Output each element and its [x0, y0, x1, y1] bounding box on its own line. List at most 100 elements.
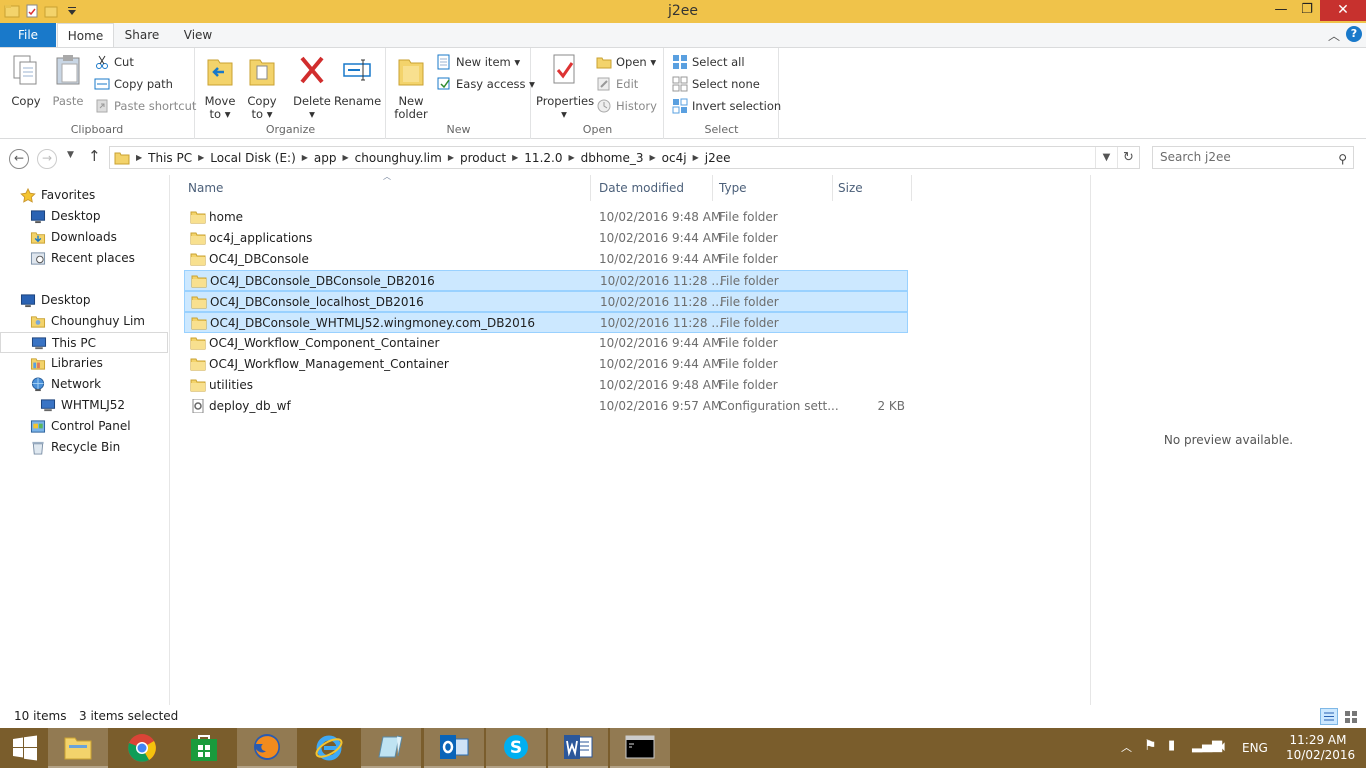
tab-view[interactable]: View: [173, 23, 223, 47]
select-all-button[interactable]: Select all: [672, 52, 745, 72]
open-button[interactable]: Open ▾: [596, 52, 656, 72]
nav-user[interactable]: Chounghuy Lim: [0, 311, 168, 332]
breadcrumb-dbhome[interactable]: dbhome_3: [575, 151, 650, 165]
taskbar-file-explorer[interactable]: [48, 728, 108, 768]
breadcrumb-user[interactable]: chounghuy.lim: [349, 151, 448, 165]
column-header-date[interactable]: Date modified: [589, 175, 713, 201]
taskbar-outlook[interactable]: [424, 728, 484, 768]
new-folder-button[interactable]: New folder: [391, 52, 431, 121]
file-row[interactable]: oc4j_applications 10/02/2016 9:44 AM File …: [184, 228, 908, 249]
properties-icon: [553, 54, 575, 84]
taskbar-internet-explorer[interactable]: [299, 728, 359, 768]
nav-desktop-favorite[interactable]: Desktop: [0, 206, 168, 227]
nav-this-pc[interactable]: This PC: [0, 332, 168, 353]
taskbar-chrome[interactable]: [112, 728, 172, 768]
file-row[interactable]: OC4J_DBConsole_localhost_DB2016 10/02/201…: [184, 291, 908, 312]
battery-icon[interactable]: ▮: [1168, 738, 1175, 753]
file-row[interactable]: home 10/02/2016 9:48 AM File folder: [184, 207, 908, 228]
select-none-button[interactable]: Select none: [672, 74, 760, 94]
libraries-icon: [30, 358, 46, 370]
refresh-icon[interactable]: ↻: [1117, 147, 1139, 168]
breadcrumb-product[interactable]: product: [454, 151, 512, 165]
large-icons-view-icon[interactable]: [1342, 708, 1360, 725]
help-icon[interactable]: ?: [1346, 26, 1362, 42]
volume-icon[interactable]: 🔈︎: [1220, 737, 1229, 755]
paste-button[interactable]: Paste: [48, 52, 88, 108]
nav-libraries[interactable]: Libraries: [0, 353, 168, 374]
collapse-ribbon-icon[interactable]: ︿: [1328, 27, 1340, 44]
clock[interactable]: 11:29 AM 10/02/2016: [1286, 733, 1355, 763]
delete-x-icon: [300, 56, 324, 84]
tab-file[interactable]: File: [0, 23, 56, 47]
taskbar-word[interactable]: [548, 728, 608, 768]
cut-button[interactable]: Cut: [94, 52, 134, 72]
breadcrumb-j2ee[interactable]: j2ee: [699, 151, 737, 165]
start-button[interactable]: [0, 728, 50, 768]
file-row[interactable]: OC4J_DBConsole_DBConsole_DB2016 10/02/201…: [184, 270, 908, 291]
file-row[interactable]: utilities 10/02/2016 9:48 AM File folder: [184, 375, 908, 396]
edit-button[interactable]: Edit: [596, 74, 638, 94]
folder-icon: [190, 358, 206, 371]
nav-whtmlj52[interactable]: WHTMLJ52: [0, 395, 168, 416]
move-to-button[interactable]: Move to ▾: [202, 52, 238, 121]
tab-home[interactable]: Home: [57, 23, 114, 48]
action-center-flag-icon[interactable]: ⚑: [1144, 738, 1157, 754]
address-bar[interactable]: ▶ This PC ▶ Local Disk (E:) ▶ app ▶ chou…: [109, 146, 1140, 169]
show-hidden-icons[interactable]: ︿: [1121, 739, 1132, 755]
paste-shortcut-button[interactable]: Paste shortcut: [94, 96, 196, 116]
breadcrumb-version[interactable]: 11.2.0: [518, 151, 568, 165]
taskbar: S ︿ ⚑ ▮ ▂▄▆ 🔈︎ ENG 11:29 AM 10/02/2016: [0, 728, 1366, 768]
nav-control-panel[interactable]: Control Panel: [0, 416, 168, 437]
invert-selection-button[interactable]: Invert selection: [672, 96, 781, 116]
maximize-button[interactable]: ❐: [1294, 0, 1320, 21]
minimize-button[interactable]: —: [1268, 0, 1294, 21]
properties-button[interactable]: Properties ▾: [536, 52, 594, 121]
column-header-size[interactable]: Size: [828, 175, 912, 201]
file-row[interactable]: OC4J_DBConsole 10/02/2016 9:44 AM File fol…: [184, 249, 908, 270]
copy-path-button[interactable]: Copy path: [94, 74, 173, 94]
column-header-type[interactable]: Type: [709, 175, 833, 201]
word-icon: [564, 735, 593, 759]
recent-locations-icon[interactable]: ▼: [67, 150, 74, 160]
forward-button[interactable]: →: [37, 149, 57, 169]
tab-share[interactable]: Share: [117, 23, 167, 47]
nav-recycle-bin[interactable]: Recycle Bin: [0, 437, 168, 458]
close-button[interactable]: ✕: [1320, 0, 1366, 21]
taskbar-firefox[interactable]: [237, 728, 297, 768]
taskbar-skype[interactable]: S: [486, 728, 546, 768]
file-name: OC4J_Workflow_Management_Container: [209, 357, 449, 371]
copy-button[interactable]: Copy: [6, 52, 46, 108]
breadcrumb-local-disk[interactable]: Local Disk (E:): [204, 151, 302, 165]
easy-access-button[interactable]: Easy access ▾: [436, 74, 535, 94]
up-arrow-icon[interactable]: ↑: [88, 147, 101, 165]
column-header-name[interactable]: Name: [178, 175, 591, 201]
taskbar-store[interactable]: [174, 728, 234, 768]
taskbar-command-prompt[interactable]: [610, 728, 670, 768]
details-view-icon[interactable]: [1320, 708, 1338, 725]
search-icon[interactable]: ⚲: [1338, 149, 1347, 170]
network-signal-icon[interactable]: ▂▄▆: [1192, 738, 1222, 753]
file-row[interactable]: OC4J_DBConsole_WHTMLJ52.wingmoney.com_DB…: [184, 312, 908, 333]
chrome-icon: [128, 734, 156, 762]
file-row[interactable]: OC4J_Workflow_Management_Container 10/02/…: [184, 354, 908, 375]
taskbar-notepad[interactable]: [361, 728, 421, 768]
search-input[interactable]: Search j2ee ⚲: [1152, 146, 1354, 169]
file-row[interactable]: deploy_db_wf 10/02/2016 9:57 AM Configurat…: [184, 396, 908, 417]
breadcrumb-this-pc[interactable]: This PC: [142, 151, 198, 165]
nav-desktop[interactable]: Desktop: [0, 290, 168, 311]
delete-button[interactable]: Delete ▾: [292, 52, 332, 121]
history-button[interactable]: History: [596, 96, 657, 116]
copy-to-button[interactable]: Copy to ▾: [244, 52, 280, 121]
nav-favorites[interactable]: Favorites: [0, 185, 168, 206]
new-item-button[interactable]: New item ▾: [436, 52, 520, 72]
input-language[interactable]: ENG: [1242, 741, 1268, 755]
address-dropdown-icon[interactable]: ▼: [1095, 147, 1117, 168]
breadcrumb-app[interactable]: app: [308, 151, 343, 165]
nav-downloads[interactable]: Downloads: [0, 227, 168, 248]
nav-network[interactable]: Network: [0, 374, 168, 395]
nav-recent-places[interactable]: Recent places: [0, 248, 168, 269]
breadcrumb-oc4j[interactable]: oc4j: [656, 151, 693, 165]
rename-button[interactable]: Rename: [334, 52, 381, 108]
back-button[interactable]: ←: [9, 149, 29, 169]
file-row[interactable]: OC4J_Workflow_Component_Container 10/02/2…: [184, 333, 908, 354]
